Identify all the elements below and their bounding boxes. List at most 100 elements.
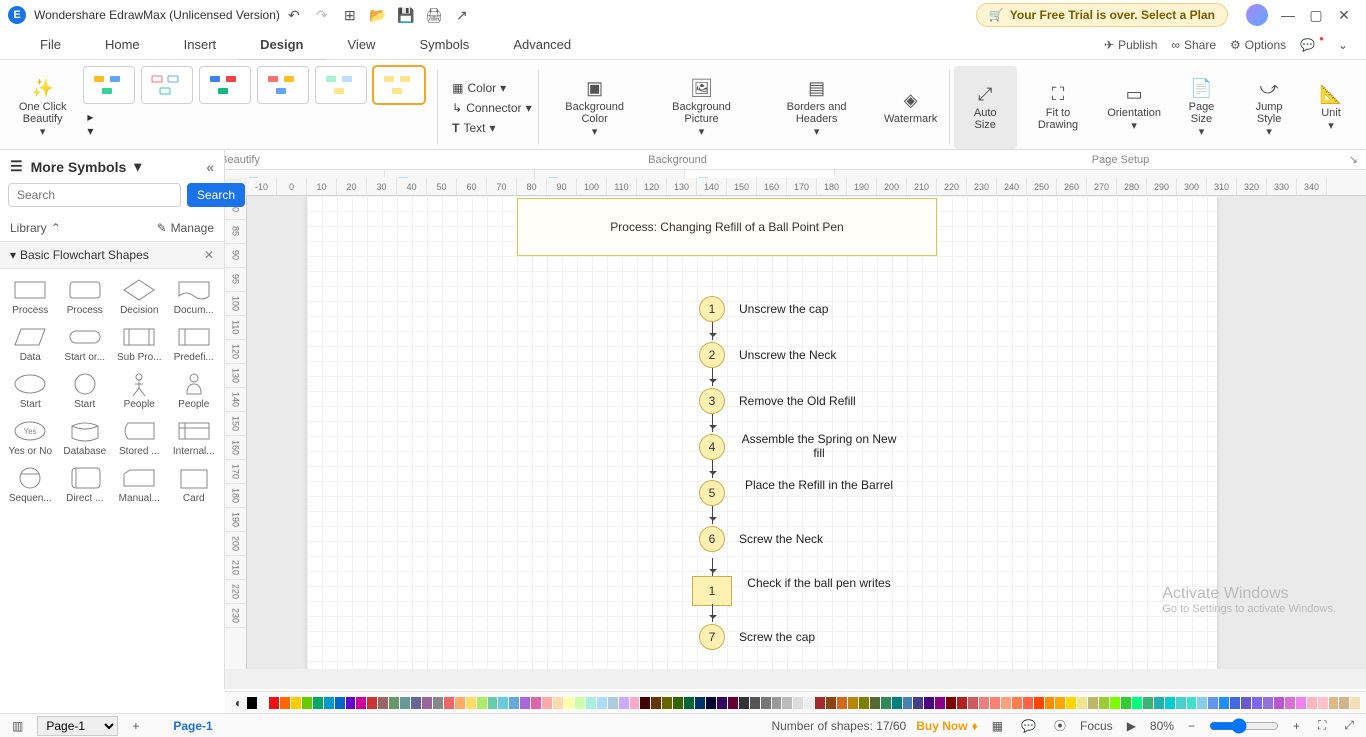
shape-direct-[interactable]: Direct ... bbox=[59, 463, 112, 506]
connector-dropdown[interactable]: ↳ Connector ▾ bbox=[448, 99, 535, 117]
color-swatch[interactable] bbox=[411, 697, 421, 709]
color-swatch[interactable] bbox=[1329, 697, 1339, 709]
beautify-style-3[interactable] bbox=[199, 66, 251, 104]
color-swatch[interactable] bbox=[1339, 697, 1349, 709]
export-icon[interactable]: ↗ bbox=[448, 1, 476, 29]
drawing-page[interactable]: Process: Changing Refill of a Ball Point… bbox=[307, 196, 1217, 669]
section-header[interactable]: ▾ Basic Flowchart Shapes ✕ bbox=[0, 241, 224, 269]
color-swatch[interactable] bbox=[684, 697, 694, 709]
shape-sub-pro-[interactable]: Sub Pro... bbox=[113, 322, 166, 365]
color-swatch[interactable] bbox=[935, 697, 945, 709]
color-swatch[interactable] bbox=[313, 697, 323, 709]
menu-file[interactable]: File bbox=[18, 30, 83, 60]
publish-button[interactable]: ✈ Publish bbox=[1104, 38, 1157, 52]
color-swatch[interactable] bbox=[597, 697, 607, 709]
color-swatch[interactable] bbox=[455, 697, 465, 709]
menu-dropdown-icon[interactable]: ⌄ bbox=[1338, 38, 1348, 52]
color-swatch[interactable] bbox=[367, 697, 377, 709]
menu-home[interactable]: Home bbox=[83, 30, 162, 60]
color-swatch[interactable] bbox=[302, 697, 312, 709]
shape-yes-or-no[interactable]: YesYes or No bbox=[4, 416, 57, 459]
step-circle-6[interactable]: 6 bbox=[699, 526, 725, 552]
zoom-in-icon[interactable]: + bbox=[1289, 719, 1304, 733]
color-swatch[interactable] bbox=[946, 697, 956, 709]
color-swatch[interactable] bbox=[1110, 697, 1120, 709]
save-icon[interactable]: 💾 bbox=[392, 1, 420, 29]
page-list-icon[interactable]: ▥ bbox=[8, 719, 27, 733]
menu-symbols[interactable]: Symbols bbox=[397, 30, 491, 60]
orientation-button[interactable]: ▭Orientation ▾ bbox=[1100, 66, 1169, 149]
collapse-sidebar-icon[interactable]: « bbox=[206, 159, 214, 175]
color-swatch[interactable] bbox=[1241, 697, 1251, 709]
color-swatch[interactable] bbox=[1176, 697, 1186, 709]
color-swatch[interactable] bbox=[1077, 697, 1087, 709]
menu-insert[interactable]: Insert bbox=[162, 30, 239, 60]
color-swatch[interactable] bbox=[640, 697, 650, 709]
step-label-8[interactable]: Screw the cap bbox=[739, 630, 899, 644]
color-swatch[interactable] bbox=[881, 697, 891, 709]
unit-button[interactable]: 📐Unit ▾ bbox=[1304, 66, 1358, 149]
trial-banner[interactable]: 🛒 Your Free Trial is over. Select a Plan bbox=[976, 3, 1228, 27]
color-swatch[interactable] bbox=[913, 697, 923, 709]
zoom-slider[interactable] bbox=[1209, 718, 1279, 734]
color-swatch[interactable] bbox=[793, 697, 803, 709]
undo-icon[interactable]: ↶ bbox=[280, 1, 308, 29]
step-label-3[interactable]: Remove the Old Refill bbox=[739, 394, 899, 408]
color-swatch[interactable] bbox=[1088, 697, 1098, 709]
color-swatch[interactable] bbox=[859, 697, 869, 709]
color-swatch[interactable] bbox=[1274, 697, 1284, 709]
color-swatch[interactable] bbox=[1197, 697, 1207, 709]
shape-card[interactable]: Card bbox=[168, 463, 221, 506]
menu-design[interactable]: Design bbox=[238, 30, 325, 60]
step-label-7[interactable]: Check if the ball pen writes bbox=[739, 576, 899, 590]
menu-view[interactable]: View bbox=[326, 30, 398, 60]
color-swatch[interactable] bbox=[356, 697, 366, 709]
menu-advanced[interactable]: Advanced bbox=[491, 30, 593, 60]
color-swatch[interactable] bbox=[1099, 697, 1109, 709]
play-icon[interactable]: ▶ bbox=[1123, 719, 1140, 733]
color-swatch[interactable] bbox=[477, 697, 487, 709]
color-swatch[interactable] bbox=[1132, 697, 1142, 709]
color-swatch[interactable] bbox=[1154, 697, 1164, 709]
step-label-5[interactable]: Place the Refill in the Barrel bbox=[739, 478, 899, 492]
color-swatch[interactable] bbox=[1034, 697, 1044, 709]
color-swatch[interactable] bbox=[892, 697, 902, 709]
step-circle-2[interactable]: 2 bbox=[699, 342, 725, 368]
color-swatch[interactable] bbox=[280, 697, 290, 709]
beautify-style-5[interactable] bbox=[315, 66, 367, 104]
focus-icon[interactable]: ⦿ bbox=[1050, 717, 1070, 734]
color-swatch[interactable] bbox=[782, 697, 792, 709]
canvas[interactable]: Process: Changing Refill of a Ball Point… bbox=[247, 196, 1366, 669]
shape-decision[interactable]: Decision bbox=[113, 275, 166, 318]
color-swatch[interactable] bbox=[269, 697, 279, 709]
borders-headers-button[interactable]: ▤Borders and Headers ▾ bbox=[757, 66, 876, 149]
close-section-icon[interactable]: ✕ bbox=[204, 248, 214, 262]
color-swatch[interactable] bbox=[804, 697, 814, 709]
color-swatch[interactable] bbox=[1121, 697, 1131, 709]
comments-icon[interactable]: 💬 bbox=[1017, 719, 1040, 733]
color-swatch[interactable] bbox=[772, 697, 782, 709]
color-swatch[interactable] bbox=[1252, 697, 1262, 709]
color-swatch[interactable] bbox=[1263, 697, 1273, 709]
watermark-button[interactable]: ◈Watermark bbox=[876, 66, 945, 149]
step-circle-1[interactable]: 1 bbox=[699, 296, 725, 322]
color-swatch[interactable] bbox=[422, 697, 432, 709]
shape-internal-[interactable]: Internal... bbox=[168, 416, 221, 459]
avatar[interactable] bbox=[1246, 4, 1268, 26]
color-swatch[interactable] bbox=[651, 697, 661, 709]
color-swatch[interactable] bbox=[324, 697, 334, 709]
open-icon[interactable]: 📂 bbox=[364, 1, 392, 29]
color-swatch[interactable] bbox=[1307, 697, 1317, 709]
color-swatch[interactable] bbox=[1055, 697, 1065, 709]
color-swatch[interactable] bbox=[662, 697, 672, 709]
add-page-icon[interactable]: + bbox=[128, 719, 143, 733]
color-swatch[interactable] bbox=[630, 697, 640, 709]
color-swatch[interactable] bbox=[1143, 697, 1153, 709]
shape-stored-[interactable]: Stored ... bbox=[113, 416, 166, 459]
color-swatch[interactable] bbox=[389, 697, 399, 709]
color-swatch[interactable] bbox=[444, 697, 454, 709]
color-swatch[interactable] bbox=[870, 697, 880, 709]
shape-start[interactable]: Start bbox=[4, 369, 57, 412]
fit-drawing-button[interactable]: ⛶Fit to Drawing bbox=[1017, 66, 1100, 149]
color-swatch[interactable] bbox=[673, 697, 683, 709]
